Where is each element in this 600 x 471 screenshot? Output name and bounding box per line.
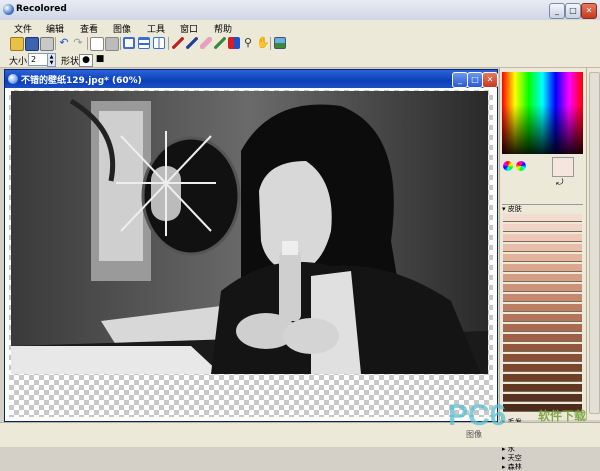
skin-swatch[interactable] (503, 384, 582, 392)
document-title: 不错的壁纸129.jpg* (60%) (21, 76, 142, 86)
doc-minimize-button[interactable]: _ (452, 72, 468, 88)
panel-scrollbar[interactable] (586, 68, 600, 420)
shape-label: 形状 (61, 57, 80, 67)
color-replace-icon[interactable] (228, 37, 240, 49)
toolbar-separator (55, 37, 56, 50)
split-view-icon[interactable] (138, 37, 150, 49)
color-spectrum[interactable] (502, 72, 583, 154)
zoom-icon[interactable]: ⚲ (242, 37, 254, 49)
pc6-watermark: PC6 软件下载 (446, 397, 600, 441)
copy-icon[interactable] (90, 37, 104, 51)
skin-swatch[interactable] (503, 294, 582, 302)
group-header[interactable]: ▸ 天空 (502, 454, 583, 462)
view-icon[interactable] (123, 37, 135, 49)
foreground-color-swatch[interactable] (552, 157, 574, 177)
watermark-brand: PC6 (448, 399, 507, 432)
options-bar: 大小 2 ▲ ▼ 形状 ● ■ (0, 52, 600, 68)
doc-close-button[interactable]: ✕ (482, 72, 498, 88)
skin-swatch[interactable] (503, 354, 582, 362)
skin-swatch[interactable] (503, 214, 582, 222)
skin-swatch[interactable] (503, 344, 582, 352)
skin-swatch[interactable] (503, 224, 582, 232)
group-label-skin: 皮肤 (507, 205, 522, 213)
menu-window[interactable]: 窗口 (180, 22, 198, 35)
menu-view[interactable]: 查看 (80, 22, 98, 35)
square-shape-button[interactable]: ■ (94, 54, 106, 65)
print-icon[interactable] (40, 37, 54, 51)
watermark-text: 软件下载 (538, 409, 587, 423)
toolbar-separator (120, 37, 121, 50)
save-icon[interactable] (25, 37, 39, 51)
maximize-button[interactable]: □ (565, 3, 581, 19)
title-bar: Recolored _ □ ✕ (0, 0, 600, 21)
image-icon[interactable] (274, 37, 286, 49)
skin-swatch[interactable] (503, 364, 582, 372)
skin-swatch[interactable] (503, 234, 582, 242)
menu-help[interactable]: 帮助 (214, 22, 232, 35)
skin-swatch[interactable] (503, 264, 582, 272)
document-icon (8, 74, 18, 84)
pen-icon[interactable] (186, 37, 198, 49)
skin-swatch[interactable] (503, 324, 582, 332)
round-shape-button[interactable]: ● (79, 54, 93, 67)
split-view-h-icon[interactable] (153, 37, 165, 49)
scroll-thumb[interactable] (589, 72, 600, 414)
skin-swatch[interactable] (503, 304, 582, 312)
menu-tools[interactable]: 工具 (147, 22, 165, 35)
hand-icon[interactable]: ✋ (256, 37, 270, 49)
size-field[interactable]: 2 (28, 53, 48, 66)
skin-swatch[interactable] (503, 254, 582, 262)
expand-icon: ▾ (502, 205, 506, 213)
eyedropper-icon[interactable] (214, 37, 226, 49)
skin-swatch[interactable] (503, 374, 582, 382)
skin-swatch[interactable] (503, 334, 582, 342)
menu-edit[interactable]: 编辑 (46, 22, 64, 35)
undo-icon[interactable]: ↶ (58, 37, 70, 49)
menu-file[interactable]: 文件 (14, 22, 32, 35)
menu-image[interactable]: 图像 (113, 22, 131, 35)
document-title-bar: 不错的壁纸129.jpg* (60%) _ □ ✕ (5, 70, 498, 88)
group-header[interactable]: ▸ 森林 (502, 463, 583, 471)
skin-swatch[interactable] (503, 314, 582, 322)
skin-swatch[interactable] (503, 284, 582, 292)
doc-maximize-button[interactable]: □ (467, 72, 483, 88)
brush-icon[interactable] (172, 37, 184, 49)
toolbar-separator (270, 37, 271, 50)
eraser-icon[interactable] (200, 37, 212, 49)
swap-colors-icon[interactable]: ⤾ (556, 178, 564, 188)
group-header-skin[interactable]: ▾ 皮肤 (502, 204, 583, 213)
paste-icon[interactable] (105, 37, 119, 51)
toolbar: ↶ ↷ ⚲ ✋ (0, 35, 600, 53)
color-wheel-icon[interactable] (503, 161, 513, 171)
menu-bar: 文件 编辑 查看 图像 工具 窗口 帮助 (0, 20, 600, 36)
document-window: 不错的壁纸129.jpg* (60%) _ □ ✕ (4, 69, 498, 422)
size-spinner[interactable]: ▲ ▼ (47, 53, 56, 67)
app-logo-icon (3, 4, 14, 15)
group-label: 森林 (507, 463, 522, 471)
photo-image[interactable] (11, 91, 488, 374)
redo-icon[interactable]: ↷ (72, 37, 84, 49)
toolbar-separator (168, 37, 169, 50)
toolbar-separator (87, 37, 88, 50)
window-title: Recolored (16, 4, 67, 14)
color-panel: ⤾ ▾ 皮肤 ▸ 毛发▸ 嘴唇▸ 眼睛▸ 水▸ 天空▸ 森林 (499, 68, 587, 471)
size-label: 大小 (9, 57, 28, 67)
minimize-button[interactable]: _ (549, 3, 565, 19)
group-label: 天空 (507, 454, 522, 462)
skin-swatch[interactable] (503, 244, 582, 252)
skin-swatch[interactable] (503, 274, 582, 282)
close-button[interactable]: ✕ (581, 3, 597, 19)
color-wheel-alt-icon[interactable] (516, 161, 526, 171)
open-icon[interactable] (10, 37, 24, 51)
